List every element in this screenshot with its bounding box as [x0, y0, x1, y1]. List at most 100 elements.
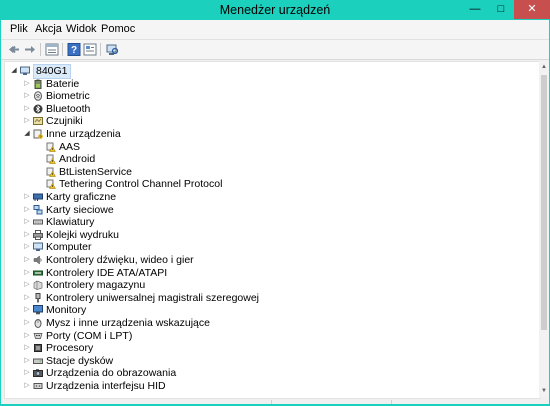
unknown-device-icon: ? — [33, 129, 43, 139]
tree-category[interactable]: ▷ Komputer — [5, 241, 535, 254]
expand-arrow-icon[interactable]: ▷ — [23, 355, 31, 367]
tree-category[interactable]: ▷ Kontrolery magazynu — [5, 279, 535, 292]
tree-child-item[interactable]: Android — [5, 153, 535, 166]
port-icon — [33, 331, 43, 341]
mouse-icon — [33, 318, 43, 328]
tree-item-label: Kontrolery IDE ATA/ATAPI — [46, 266, 168, 279]
expand-arrow-icon[interactable]: ▷ — [23, 330, 31, 342]
tree-item-label: Kolejki wydruku — [46, 228, 119, 241]
expand-arrow-icon[interactable]: ▷ — [23, 229, 31, 241]
expand-arrow-icon[interactable]: ▷ — [23, 380, 31, 392]
tree-category[interactable]: ▷ Kolejki wydruku — [5, 229, 535, 242]
tree-category[interactable]: ▷ Czujniki — [5, 115, 535, 128]
tree-category[interactable]: ▷ Baterie — [5, 78, 535, 91]
keyboard-icon — [33, 217, 43, 227]
expand-arrow-icon[interactable]: ▷ — [23, 292, 31, 304]
tree-category[interactable]: ▷ Bluetooth — [5, 103, 535, 116]
speaker-icon — [33, 255, 43, 265]
tree-item-label: Tethering Control Channel Protocol — [59, 178, 223, 191]
scan-hardware-icon[interactable] — [105, 43, 119, 56]
device-tree[interactable]: ◢ 840G1 ▷ Baterie ▷ Biometric ▷ Bluetooth ▷ Czujn… — [4, 61, 541, 399]
help-icon[interactable]: ? — [67, 43, 81, 56]
tree-item-label: AAS — [59, 140, 81, 153]
expand-arrow-icon[interactable]: ▷ — [23, 279, 31, 291]
expand-arrow-icon[interactable]: ▷ — [23, 90, 31, 102]
driver-details-icon[interactable] — [83, 43, 97, 56]
tree-category[interactable]: ▷ Mysz i inne urządzenia wskazujące — [5, 317, 535, 330]
title-bar[interactable]: Menedżer urządzeń — □ ✕ — [0, 0, 550, 20]
bluetooth-icon — [33, 104, 43, 114]
tree-category[interactable]: ▷ Karty sieciowe — [5, 204, 535, 217]
svg-text:?: ? — [71, 45, 77, 56]
menu-bar: Plik Akcja Widok Pomoc — [1, 20, 549, 40]
expand-arrow-icon[interactable]: ▷ — [23, 78, 31, 90]
expand-arrow-icon[interactable]: ▷ — [23, 304, 31, 316]
menu-widok[interactable]: Widok — [66, 23, 97, 35]
menu-pomoc[interactable]: Pomoc — [101, 23, 135, 35]
monitor-icon — [33, 305, 43, 315]
forward-arrow-icon[interactable] — [23, 43, 37, 56]
tree-item-label: Procesory — [46, 342, 94, 355]
tree-item-label: Stacje dysków — [46, 354, 114, 367]
computer-icon — [33, 242, 43, 252]
tree-item-label: BtListenService — [59, 165, 132, 178]
tree-category[interactable]: ▷ Monitory — [5, 304, 535, 317]
collapse-arrow-icon[interactable]: ◢ — [23, 128, 31, 140]
toolbar: ? — [1, 40, 549, 60]
expand-arrow-icon[interactable]: ▷ — [23, 204, 31, 216]
expand-arrow-icon[interactable]: ▷ — [23, 216, 31, 228]
tree-category[interactable]: ▷ Stacje dysków — [5, 355, 535, 368]
tree-category[interactable]: ▷ Kontrolery dźwięku, wideo i gier — [5, 254, 535, 267]
scrollbar-thumb[interactable] — [541, 75, 547, 330]
tree-child-item[interactable]: AAS — [5, 141, 535, 154]
maximize-button[interactable]: □ — [488, 0, 514, 19]
collapse-arrow-icon[interactable]: ◢ — [10, 65, 18, 77]
tree-item-label: Czujniki — [46, 115, 83, 128]
processor-icon — [33, 343, 43, 353]
tree-category[interactable]: ▷ Klawiatury — [5, 216, 535, 229]
disk-drive-icon — [33, 356, 43, 366]
tree-item-label: Bluetooth — [46, 102, 91, 115]
expand-arrow-icon[interactable]: ▷ — [23, 367, 31, 379]
properties-view-icon[interactable] — [45, 43, 59, 56]
vertical-scrollbar[interactable]: ▲ ▼ — [539, 61, 549, 397]
sensor-icon — [33, 116, 43, 126]
tree-category[interactable]: ▷ Kontrolery IDE ATA/ATAPI — [5, 267, 535, 280]
expand-arrow-icon[interactable]: ▷ — [23, 103, 31, 115]
tree-category[interactable]: ▷ Karty graficzne — [5, 191, 535, 204]
expand-arrow-icon[interactable]: ▷ — [23, 342, 31, 354]
status-segment — [391, 400, 542, 404]
client-area: Plik Akcja Widok Pomoc ? ◢ 840G1 ▷ Bater… — [1, 20, 549, 404]
computer-icon — [20, 66, 30, 76]
menu-akcja[interactable]: Akcja — [35, 23, 62, 35]
back-arrow-icon[interactable] — [7, 43, 21, 56]
tree-item-label: Karty graficzne — [46, 191, 117, 203]
tree-root[interactable]: ◢ 840G1 — [5, 64, 535, 79]
warning-device-icon — [46, 167, 56, 177]
tree-child-item[interactable]: Tethering Control Channel Protocol — [5, 178, 535, 191]
scroll-down-arrow-icon[interactable]: ▼ — [540, 387, 548, 395]
close-button[interactable]: ✕ — [514, 0, 550, 19]
expand-arrow-icon[interactable]: ▷ — [23, 115, 31, 127]
tree-category[interactable]: ▷ Procesory — [5, 342, 535, 355]
tree-category[interactable]: ▷ Porty (COM i LPT) — [5, 330, 535, 343]
network-adapter-icon — [33, 204, 43, 215]
tree-category[interactable]: ▷ Kontrolery uniwersalnej magistrali szer… — [5, 292, 535, 305]
tree-category[interactable]: ▷ Biometric — [5, 90, 535, 103]
expand-arrow-icon[interactable]: ▷ — [23, 191, 31, 203]
menu-plik[interactable]: Plik — [10, 23, 28, 35]
tree-category[interactable]: ▷ Urządzenia do obrazowania — [5, 367, 535, 380]
expand-arrow-icon[interactable]: ▷ — [23, 317, 31, 329]
tree-category[interactable]: ▷ Urządzenia interfejsu HID — [5, 380, 535, 393]
tree-root-label: 840G1 — [33, 64, 71, 79]
expand-arrow-icon[interactable]: ▷ — [23, 241, 31, 253]
tree-item-label: Kontrolery dźwięku, wideo i gier — [46, 254, 194, 266]
expand-arrow-icon[interactable]: ▷ — [23, 254, 31, 266]
usb-icon — [33, 292, 43, 303]
tree-child-item[interactable]: BtListenService — [5, 166, 535, 179]
expand-arrow-icon[interactable]: ▷ — [23, 267, 31, 279]
tree-category[interactable]: ◢? Inne urządzenia — [5, 128, 535, 141]
minimize-button[interactable]: — — [462, 0, 488, 19]
scroll-up-arrow-icon[interactable]: ▲ — [540, 63, 548, 71]
warning-device-icon — [46, 142, 56, 152]
